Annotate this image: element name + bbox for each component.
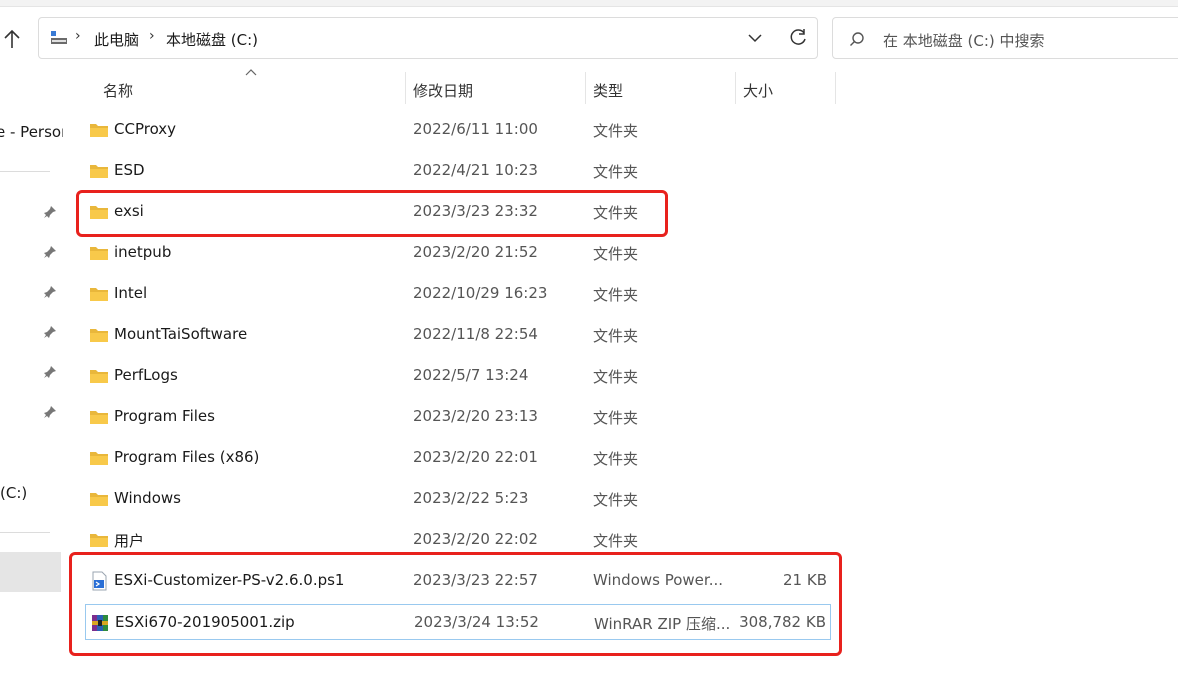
pin-icon: [44, 286, 56, 298]
file-type: 文件夹: [593, 450, 639, 468]
file-name: Program Files: [114, 407, 215, 425]
file-name: Program Files (x86): [114, 448, 260, 466]
file-row[interactable]: ESD 2022/4/21 10:23 文件夹: [85, 153, 831, 189]
file-row[interactable]: Windows 2023/2/22 5:23 文件夹: [85, 481, 831, 517]
file-name: MountTaiSoftware: [114, 325, 248, 343]
file-date: 2022/10/29 16:23: [413, 284, 548, 302]
search-box[interactable]: 在 本地磁盘 (C:) 中搜索: [832, 17, 1178, 59]
nav-item-local-disk[interactable]: (C:): [0, 484, 27, 502]
refresh-icon[interactable]: [787, 27, 809, 49]
chevron-right-icon: ›: [149, 28, 155, 44]
folder-icon: [90, 124, 108, 137]
file-type: 文件夹: [593, 409, 639, 427]
file-type: 文件夹: [593, 491, 639, 509]
folder-icon: [90, 288, 108, 301]
file-row[interactable]: Program Files (x86) 2023/2/20 22:01 文件夹: [85, 440, 831, 476]
file-row[interactable]: Program Files 2023/2/20 23:13 文件夹: [85, 399, 831, 435]
nav-selected-item[interactable]: [0, 552, 61, 592]
pin-icon: [44, 366, 56, 378]
search-input[interactable]: 在 本地磁盘 (C:) 中搜索: [883, 30, 1045, 51]
column-header-name[interactable]: 名称: [85, 70, 405, 106]
file-type: 文件夹: [593, 245, 639, 263]
pin-icon: [44, 246, 56, 258]
chevron-down-icon[interactable]: [747, 30, 763, 46]
address-bar[interactable]: › 此电脑 › 本地磁盘 (C:): [38, 17, 818, 59]
pin-icon: [44, 206, 56, 218]
file-row[interactable]: CCProxy 2022/6/11 11:00 文件夹: [85, 112, 831, 148]
breadcrumb-this-pc[interactable]: 此电脑: [94, 29, 139, 50]
file-date: 2023/2/20 21:52: [413, 243, 538, 261]
pin-icon: [44, 406, 56, 418]
file-date: 2022/5/7 13:24: [413, 366, 529, 384]
window-top-edge: [0, 0, 1178, 7]
file-date: 2023/2/22 5:23: [413, 489, 529, 507]
nav-item-onedrive[interactable]: e - Person: [0, 123, 63, 141]
this-pc-icon: [51, 31, 67, 44]
file-date: 2022/4/21 10:23: [413, 161, 538, 179]
file-date: 2023/2/20 22:02: [413, 530, 538, 548]
file-name: inetpub: [114, 243, 172, 261]
file-date: 2022/6/11 11:00: [413, 120, 538, 138]
nav-divider: [0, 532, 50, 533]
file-name: CCProxy: [114, 120, 177, 138]
file-name: PerfLogs: [114, 366, 178, 384]
file-name: Windows: [114, 489, 181, 507]
column-separator[interactable]: [835, 72, 836, 104]
file-type: 文件夹: [593, 163, 639, 181]
file-row[interactable]: MountTaiSoftware 2022/11/8 22:54 文件夹: [85, 317, 831, 353]
folder-icon: [90, 534, 108, 547]
breadcrumb-local-disk[interactable]: 本地磁盘 (C:): [166, 29, 258, 50]
file-date: 2023/2/20 22:01: [413, 448, 538, 466]
folder-icon: [90, 493, 108, 506]
folder-icon: [90, 370, 108, 383]
file-type: 文件夹: [593, 532, 639, 550]
up-button[interactable]: [0, 24, 26, 54]
chevron-right-icon: ›: [75, 28, 81, 44]
file-date: 2023/2/20 23:13: [413, 407, 538, 425]
folder-icon: [90, 165, 108, 178]
search-icon: [850, 32, 864, 46]
highlight-box: [76, 190, 668, 237]
folder-icon: [90, 411, 108, 424]
highlight-box: [69, 552, 842, 656]
pin-icon: [44, 326, 56, 338]
file-type: 文件夹: [593, 122, 639, 140]
file-row[interactable]: Intel 2022/10/29 16:23 文件夹: [85, 276, 831, 312]
file-row[interactable]: inetpub 2023/2/20 21:52 文件夹: [85, 235, 831, 271]
file-name: 用户: [114, 532, 145, 550]
navigation-pane: e - Person (C:): [0, 70, 63, 680]
file-type: 文件夹: [593, 286, 639, 304]
file-type: 文件夹: [593, 327, 639, 345]
arrow-up-icon: [4, 29, 20, 48]
file-date: 2022/11/8 22:54: [413, 325, 538, 343]
file-name: Intel: [114, 284, 148, 302]
file-type: 文件夹: [593, 368, 639, 386]
file-name: ESD: [114, 161, 145, 179]
folder-icon: [90, 247, 108, 260]
column-header-date[interactable]: 修改日期: [406, 70, 585, 106]
column-header-type[interactable]: 类型: [586, 70, 735, 106]
folder-icon: [90, 329, 108, 342]
column-header-size[interactable]: 大小: [736, 70, 835, 106]
file-row[interactable]: PerfLogs 2022/5/7 13:24 文件夹: [85, 358, 831, 394]
nav-divider: [0, 171, 50, 172]
folder-icon: [90, 452, 108, 465]
